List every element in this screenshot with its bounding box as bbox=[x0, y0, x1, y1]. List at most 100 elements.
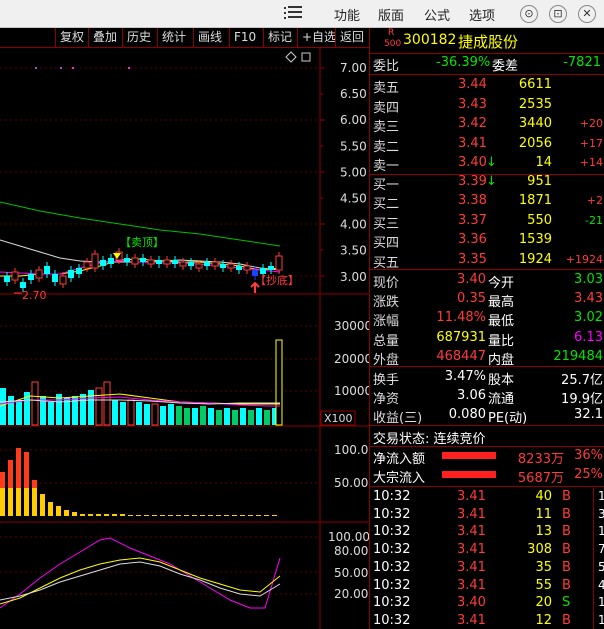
quote-value: 3.03 bbox=[574, 272, 603, 287]
price-axis-label: 5.00 bbox=[340, 165, 367, 179]
sell-row[interactable]: 卖三 3.42 3440 +20 bbox=[370, 115, 604, 135]
quote-value: 3.02 bbox=[574, 310, 603, 326]
trade-status: 交易状态: 连续竞价 bbox=[370, 427, 604, 447]
stock-name: 捷成股份 bbox=[458, 33, 519, 51]
tick-side: B bbox=[562, 542, 571, 558]
tick-side: B bbox=[562, 524, 571, 540]
close-icon[interactable]: ✕ bbox=[578, 5, 596, 23]
buy-row[interactable]: 买一 3.39 ↓ 951 bbox=[370, 173, 604, 193]
quote-row: 涨跌 0.35 最高 3.43 bbox=[370, 290, 604, 310]
tick-row[interactable]: 10:32 3.41 308 B 7 bbox=[370, 541, 604, 558]
stock-code: 300182 bbox=[403, 32, 457, 48]
quote-value: 468447 bbox=[436, 348, 486, 364]
toolbar-back[interactable]: 返回 bbox=[335, 28, 368, 48]
sell-row[interactable]: 卖一 3.40 ↓ 14 +14 bbox=[370, 154, 604, 174]
tick-volume: 13 bbox=[535, 524, 552, 540]
tick-price: 3.41 bbox=[457, 506, 486, 522]
fund-flow-percent: 25% bbox=[574, 467, 603, 482]
500-badge: 500 bbox=[384, 39, 402, 49]
tick-price: 3.41 bbox=[457, 559, 486, 575]
fundamental-label: 流通 bbox=[488, 392, 515, 407]
toolbar-restore-rights[interactable]: 复权 bbox=[55, 28, 88, 48]
tick-volume: 20 bbox=[535, 595, 552, 611]
quote-value: 3.40 bbox=[457, 272, 486, 287]
kline-chart[interactable]: 7.00 6.50 6.00 5.50 5.00 4.50 4.00 3.50 3.00 bbox=[0, 48, 369, 629]
buy-bottom-label: 【抄底】 bbox=[255, 273, 299, 287]
fund-flow-row: 净流入额 8233万 36% bbox=[370, 447, 604, 467]
tick-time: 10:32 bbox=[373, 577, 411, 593]
quote-label: 内盘 bbox=[488, 352, 515, 368]
minimize-icon[interactable]: ⊙ bbox=[520, 5, 538, 23]
sell-volume: 2056 bbox=[518, 135, 552, 151]
buy-level-label: 买四 bbox=[373, 236, 400, 252]
volume-axis-30000: 30000 bbox=[334, 319, 369, 333]
tick-volume: 40 bbox=[535, 489, 552, 504]
fundamental-value: 19.9亿 bbox=[561, 392, 603, 407]
weibi-row: 委比 -36.39% 委差 -7821 bbox=[370, 54, 604, 74]
fund-flow-label: 净流入额 bbox=[373, 452, 426, 467]
tick-time: 10:32 bbox=[373, 595, 411, 611]
volume-axis-20000: 20000 bbox=[334, 352, 369, 366]
price-axis-label: 3.50 bbox=[340, 244, 367, 258]
toolbar-mark[interactable]: 标记 bbox=[263, 28, 296, 48]
quote-panel: R 500 300182 捷成股份 委比 -36.39% 委差 -7821 卖五… bbox=[369, 28, 604, 629]
volume-unit: X100 bbox=[324, 412, 353, 425]
tick-row[interactable]: 10:32 3.41 12 B 1 bbox=[370, 612, 604, 629]
tick-row[interactable]: 10:32 3.40 20 S 1 bbox=[370, 594, 604, 611]
buy-row[interactable]: 买二 3.38 1871 +2 bbox=[370, 192, 604, 212]
buy-row[interactable]: 买五 3.35 1924 +1924 bbox=[370, 251, 604, 271]
tick-price: 3.41 bbox=[457, 489, 486, 504]
fundamental-row: 净资 3.06 流通 19.9亿 bbox=[370, 387, 604, 407]
tick-row[interactable]: 10:32 3.41 13 B 1 bbox=[370, 523, 604, 540]
sell-level-label: 卖五 bbox=[373, 81, 400, 96]
fundamental-label: 股本 bbox=[488, 373, 515, 388]
tick-time: 10:32 bbox=[373, 612, 411, 628]
tick-price: 3.41 bbox=[457, 577, 486, 593]
toolbar-history[interactable]: 历史 bbox=[122, 28, 155, 48]
tick-volume: 308 bbox=[527, 542, 552, 558]
fundamental-value: 32.1 bbox=[574, 407, 603, 422]
quote-value: 3.43 bbox=[574, 291, 603, 307]
tick-time: 10:32 bbox=[373, 489, 411, 504]
buy-row[interactable]: 买四 3.36 1539 bbox=[370, 231, 604, 252]
sell-change: +20 bbox=[579, 117, 603, 131]
tick-scrollbar[interactable] bbox=[593, 488, 604, 629]
buy-price: 3.38 bbox=[458, 193, 487, 209]
tick-price: 3.41 bbox=[457, 524, 486, 540]
fundamental-value: 0.080 bbox=[448, 407, 486, 422]
tick-row[interactable]: 10:32 3.41 55 B 4 bbox=[370, 577, 604, 594]
fundamental-label: 换手 bbox=[373, 373, 400, 388]
tick-time: 10:32 bbox=[373, 506, 411, 522]
toolbar-statistics[interactable]: 统计 bbox=[157, 28, 190, 48]
menu-icon[interactable] bbox=[284, 6, 302, 22]
menu-layout[interactable]: 版面 bbox=[378, 5, 404, 24]
ind2-axis-50: 50.00 bbox=[334, 566, 368, 580]
tick-price: 3.41 bbox=[457, 612, 486, 628]
tick-volume: 11 bbox=[535, 506, 552, 522]
stock-header: R 500 300182 捷成股份 bbox=[370, 28, 604, 52]
toolbar-f10[interactable]: F10 bbox=[229, 28, 260, 48]
ind1-axis-100: 100.0 bbox=[334, 443, 368, 457]
weicha-label: 委差 bbox=[492, 59, 519, 74]
restore-icon[interactable]: ⊡ bbox=[549, 5, 567, 23]
menu-formula[interactable]: 公式 bbox=[424, 5, 450, 24]
tick-side: S bbox=[562, 595, 571, 611]
menu-options[interactable]: 选项 bbox=[469, 5, 495, 24]
sell-row[interactable]: 卖四 3.43 2535 bbox=[370, 96, 604, 116]
quote-label: 量比 bbox=[488, 333, 515, 349]
tick-row[interactable]: 10:32 3.41 11 B 3 bbox=[370, 506, 604, 523]
tick-price: 3.41 bbox=[457, 542, 486, 558]
trade-status-text: 交易状态: 连续竞价 bbox=[373, 432, 486, 447]
sell-price: 3.42 bbox=[458, 116, 487, 132]
menu-function[interactable]: 功能 bbox=[334, 5, 360, 24]
toolbar-add-watchlist[interactable]: +自选 bbox=[297, 28, 340, 48]
sell-row[interactable]: 卖五 3.44 6611 bbox=[370, 76, 604, 96]
tick-row[interactable]: 10:32 3.41 35 B 5 bbox=[370, 559, 604, 576]
ind2-axis-20: 20.00 bbox=[334, 587, 368, 601]
buy-row[interactable]: 买三 3.37 550 -21 bbox=[370, 212, 604, 232]
toolbar-draw-line[interactable]: 画线 bbox=[193, 28, 226, 48]
sell-row[interactable]: 卖二 3.41 2056 +17 bbox=[370, 135, 604, 155]
buy-change: +2 bbox=[586, 194, 603, 208]
tick-row[interactable]: 10:32 3.41 40 B 1 bbox=[370, 488, 604, 505]
toolbar-overlay[interactable]: 叠加 bbox=[88, 28, 121, 48]
